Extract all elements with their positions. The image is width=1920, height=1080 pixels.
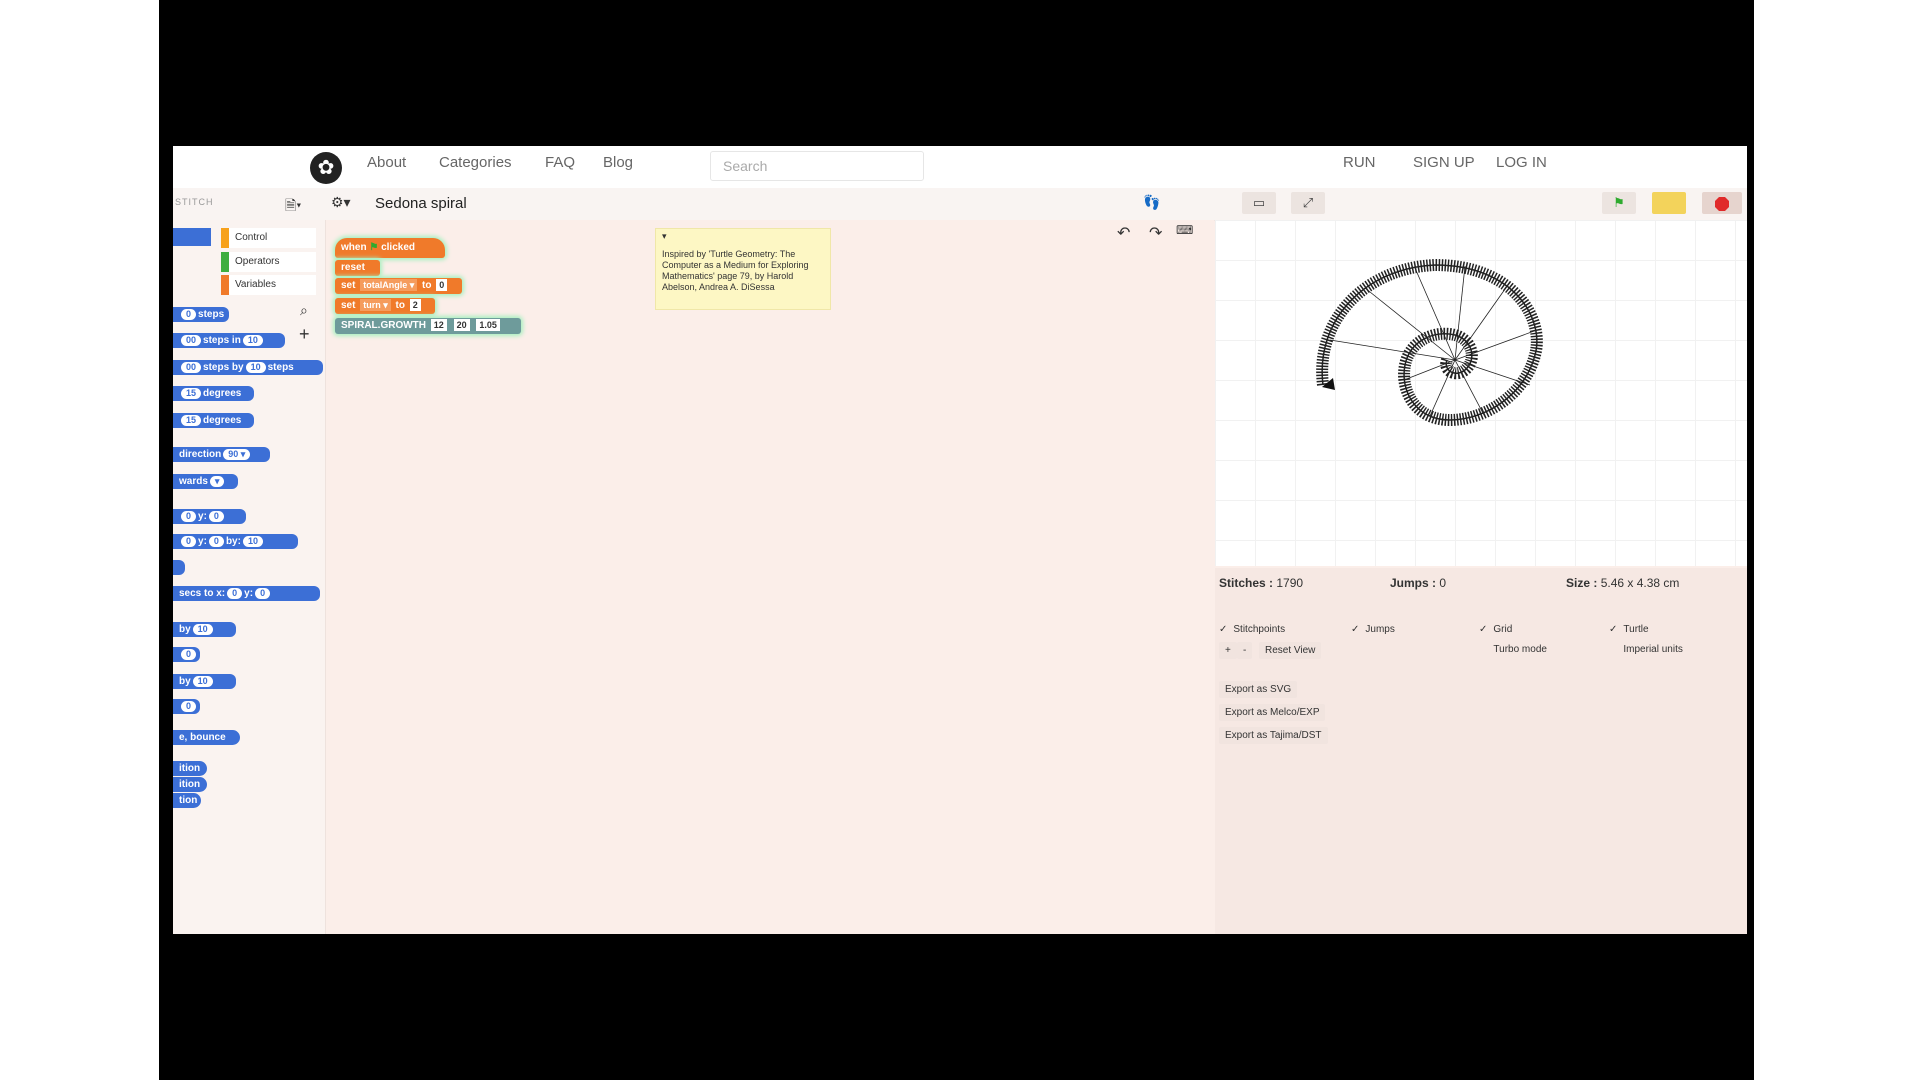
block-palette: Control Operators Variables ⌕ + 0 steps 0…: [173, 220, 326, 934]
collapse-arrow-icon[interactable]: ▾: [662, 231, 667, 242]
keyboard-icon[interactable]: ⌨: [1176, 223, 1193, 237]
imperial-units-checkbox[interactable]: ✓Imperial units: [1609, 644, 1682, 655]
category-control[interactable]: Control: [221, 228, 316, 248]
settings-gear-icon[interactable]: ⚙▾: [331, 194, 351, 211]
stop-icon[interactable]: [1702, 192, 1742, 214]
jumps-checkbox[interactable]: ✓ Jumps: [1351, 624, 1395, 635]
reset-view-button[interactable]: Reset View: [1259, 642, 1322, 659]
pause-icon[interactable]: [1652, 192, 1686, 214]
stitches-readout: Stitches : 1790: [1219, 576, 1304, 590]
palette-block[interactable]: by 10: [173, 674, 236, 689]
palette-block[interactable]: 15 degrees: [173, 386, 254, 401]
turtle-checkbox[interactable]: ✓ Turtle: [1609, 624, 1649, 635]
turtlestitch-logo-icon[interactable]: ✿: [310, 152, 342, 184]
set-turn-block[interactable]: set turn ▾ to 2: [335, 298, 435, 314]
spiral-growth-block[interactable]: SPIRAL.GROWTH 12 20 1.05: [335, 318, 521, 334]
palette-block[interactable]: 0 steps: [173, 307, 229, 322]
nav-about[interactable]: About: [367, 154, 406, 171]
palette-block[interactable]: 00 steps in 10: [173, 333, 285, 348]
brand-label: STITCH: [175, 197, 214, 207]
category-operators[interactable]: Operators: [221, 252, 316, 272]
category-motion-selected[interactable]: [173, 228, 211, 246]
palette-block[interactable]: e, bounce: [173, 730, 240, 745]
palette-block[interactable]: ition: [173, 777, 207, 792]
set-totalangle-block[interactable]: set totalAngle ▾ to 0: [335, 278, 462, 294]
reset-block[interactable]: reset: [335, 260, 380, 276]
turbo-mode-checkbox[interactable]: ✓Turbo mode: [1479, 644, 1547, 655]
nav-sign-up[interactable]: SIGN UP: [1413, 154, 1475, 171]
undo-icon[interactable]: ↶: [1117, 223, 1130, 243]
export-tajima-button[interactable]: Export as Tajima/DST: [1219, 727, 1328, 744]
palette-block[interactable]: 0 y: 0: [173, 509, 246, 524]
palette-block[interactable]: by 10: [173, 622, 236, 637]
nav-blog[interactable]: Blog: [603, 154, 633, 171]
search-input[interactable]: [710, 151, 924, 181]
zoom-out-button[interactable]: -: [1237, 642, 1253, 659]
redo-icon[interactable]: ↷: [1149, 223, 1162, 243]
normal-stage-icon[interactable]: ▭: [1242, 192, 1276, 214]
green-flag-icon: ⚑: [369, 242, 379, 253]
file-menu-icon[interactable]: 🗎▾: [285, 195, 301, 219]
stats-panel: Stitches : 1790 Jumps : 0 Size : 5.46 x …: [1215, 568, 1747, 934]
palette-block[interactable]: wards ▾: [173, 474, 238, 489]
make-block-plus-icon[interactable]: +: [299, 324, 310, 345]
zoom-in-button[interactable]: +: [1219, 642, 1237, 659]
nav-categories[interactable]: Categories: [439, 154, 512, 171]
script-comment[interactable]: ▾ Inspired by 'Turtle Geometry: The Comp…: [655, 228, 831, 310]
export-melco-button[interactable]: Export as Melco/EXP: [1219, 704, 1326, 721]
when-flag-clicked-hat-block[interactable]: when ⚑ clicked: [335, 238, 445, 258]
export-svg-button[interactable]: Export as SVG: [1219, 681, 1298, 698]
palette-block[interactable]: 0 y: 0 by: 10: [173, 534, 298, 549]
palette-block[interactable]: tion: [173, 793, 201, 808]
green-flag-icon[interactable]: ⚑: [1602, 192, 1636, 214]
palette-block[interactable]: 00 steps by 10 steps: [173, 360, 323, 375]
project-title: Sedona spiral: [375, 195, 467, 212]
palette-block[interactable]: [173, 560, 185, 575]
category-variables[interactable]: Variables: [221, 275, 316, 295]
stitchpoints-checkbox[interactable]: ✓ Stitchpoints: [1219, 624, 1285, 635]
footprints-icon[interactable]: 👣: [1143, 194, 1160, 211]
nav-run[interactable]: RUN: [1343, 154, 1376, 171]
editor-toolbar: STITCH 🗎▾ ⚙▾ Sedona spiral 👣 ▭ ⤢ ⚑: [173, 188, 1747, 221]
fullscreen-icon[interactable]: ⤢: [1291, 192, 1325, 214]
palette-block[interactable]: ition: [173, 761, 207, 776]
top-navigation: ✿ About Categories FAQ Blog RUN SIGN UP …: [173, 146, 1747, 188]
grid-checkbox[interactable]: ✓ Grid: [1479, 624, 1512, 635]
search-blocks-icon[interactable]: ⌕: [300, 302, 308, 319]
palette-block[interactable]: 0: [173, 647, 200, 662]
size-readout: Size : 5.46 x 4.38 cm: [1566, 576, 1680, 590]
palette-block[interactable]: direction 90 ▾: [173, 447, 270, 462]
palette-block[interactable]: 0: [173, 699, 200, 714]
jumps-readout: Jumps : 0: [1390, 576, 1447, 590]
nav-log-in[interactable]: LOG IN: [1496, 154, 1547, 171]
script-area[interactable]: when ⚑ clicked reset set totalAngle ▾ to…: [326, 220, 1214, 934]
nav-faq[interactable]: FAQ: [545, 154, 575, 171]
turtlestitch-app: ✿ About Categories FAQ Blog RUN SIGN UP …: [173, 146, 1747, 934]
stage-canvas[interactable]: [1215, 220, 1747, 566]
palette-block[interactable]: 15 degrees: [173, 413, 254, 428]
spiral-embroidery-drawing: [1316, 258, 1543, 427]
palette-block[interactable]: secs to x: 0 y: 0: [173, 586, 320, 601]
